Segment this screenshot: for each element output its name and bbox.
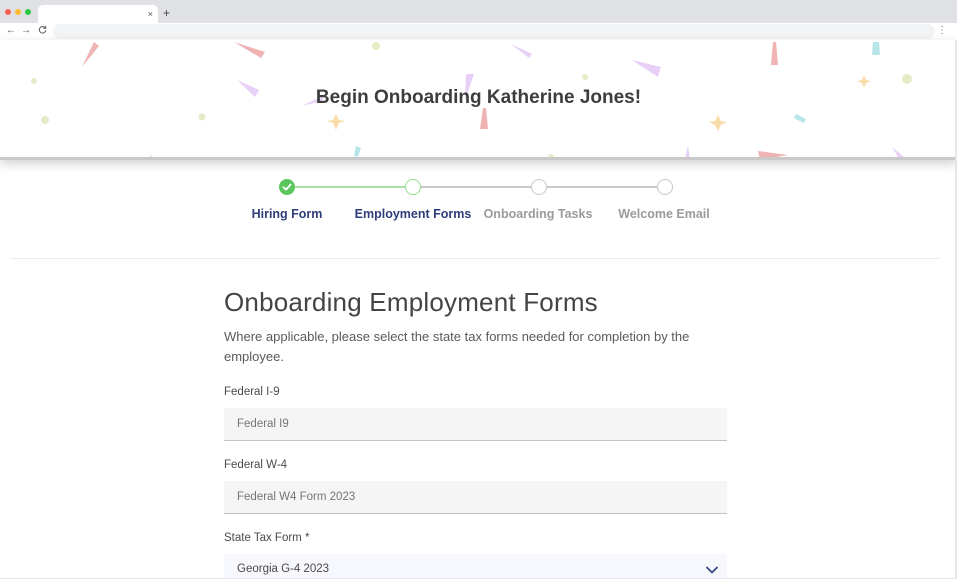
browser-menu-icon[interactable]: ⋮ [937,24,947,38]
step-connector-complete [295,186,412,188]
step-onboarding-tasks[interactable]: Onboarding Tasks [484,207,593,221]
chevron-down-icon [706,566,718,574]
section-divider [10,258,940,259]
state-tax-form-value: Georgia G-4 2023 [237,563,330,575]
state-tax-form-select[interactable]: Georgia G-4 2023 [224,554,727,579]
federal-w4-input[interactable] [224,481,727,514]
confetti-piece [511,44,532,58]
maximize-window-button[interactable] [25,9,31,15]
banner-title: Begin Onboarding Katherine Jones! [315,87,642,108]
address-bar[interactable] [53,24,935,39]
step-indicator-hiring-form [279,179,295,195]
confetti-piece [372,42,380,50]
federal-i9-input[interactable] [224,408,727,441]
confetti-piece [872,42,880,55]
confetti-piece [902,74,912,84]
close-window-button[interactable] [5,9,11,15]
browser-toolbar: ← → ⋮ [0,23,957,40]
confetti-piece [198,113,206,121]
step-indicator-onboarding-tasks [531,179,547,195]
close-tab-icon[interactable]: × [148,7,153,21]
step-indicator-employment-forms [405,179,421,195]
confetti-piece [234,42,265,58]
reload-icon[interactable] [38,24,47,38]
confetti-piece [31,78,37,84]
federal-i9-label: Federal I-9 [224,386,280,398]
employment-forms-section: Onboarding Employment Forms Where applic… [224,285,727,579]
browser-titlebar: × + [0,0,957,23]
check-icon [282,183,292,191]
step-connector [421,186,531,188]
confetti-piece [82,42,99,67]
confetti-piece [892,147,904,157]
step-employment-forms[interactable]: Employment Forms [355,207,472,221]
confetti-piece [582,74,588,80]
confetti-piece [548,154,554,157]
minimize-window-button[interactable] [15,9,21,15]
progress-stepper: Hiring Form Employment Forms Onboarding … [0,163,957,258]
confetti-piece [709,115,727,131]
confetti-piece [794,114,806,123]
confetti-piece [327,114,345,130]
new-tab-button[interactable]: + [163,5,170,21]
confetti-piece [354,146,361,157]
confetti-piece [758,151,788,157]
step-welcome-email[interactable]: Welcome Email [618,207,709,221]
welcome-banner: Begin Onboarding Katherine Jones! [0,40,957,160]
page-title: Onboarding Employment Forms [224,287,598,317]
federal-w4-label: Federal W-4 [224,459,288,471]
forward-arrow-icon[interactable]: → [21,24,31,38]
confetti-piece [685,146,690,157]
step-indicator-welcome-email [657,179,673,195]
back-arrow-icon[interactable]: ← [6,24,16,38]
confetti-piece [149,155,153,157]
step-hiring-form[interactable]: Hiring Form [252,207,323,221]
browser-tab[interactable]: × [38,5,158,23]
confetti-piece [771,42,778,65]
confetti-piece [41,116,49,124]
form-description: Where applicable, please select the stat… [224,329,690,364]
confetti-piece [632,60,661,77]
confetti-piece [480,108,488,129]
step-connector [547,186,657,188]
state-tax-form-label: State Tax Form * [224,532,310,544]
